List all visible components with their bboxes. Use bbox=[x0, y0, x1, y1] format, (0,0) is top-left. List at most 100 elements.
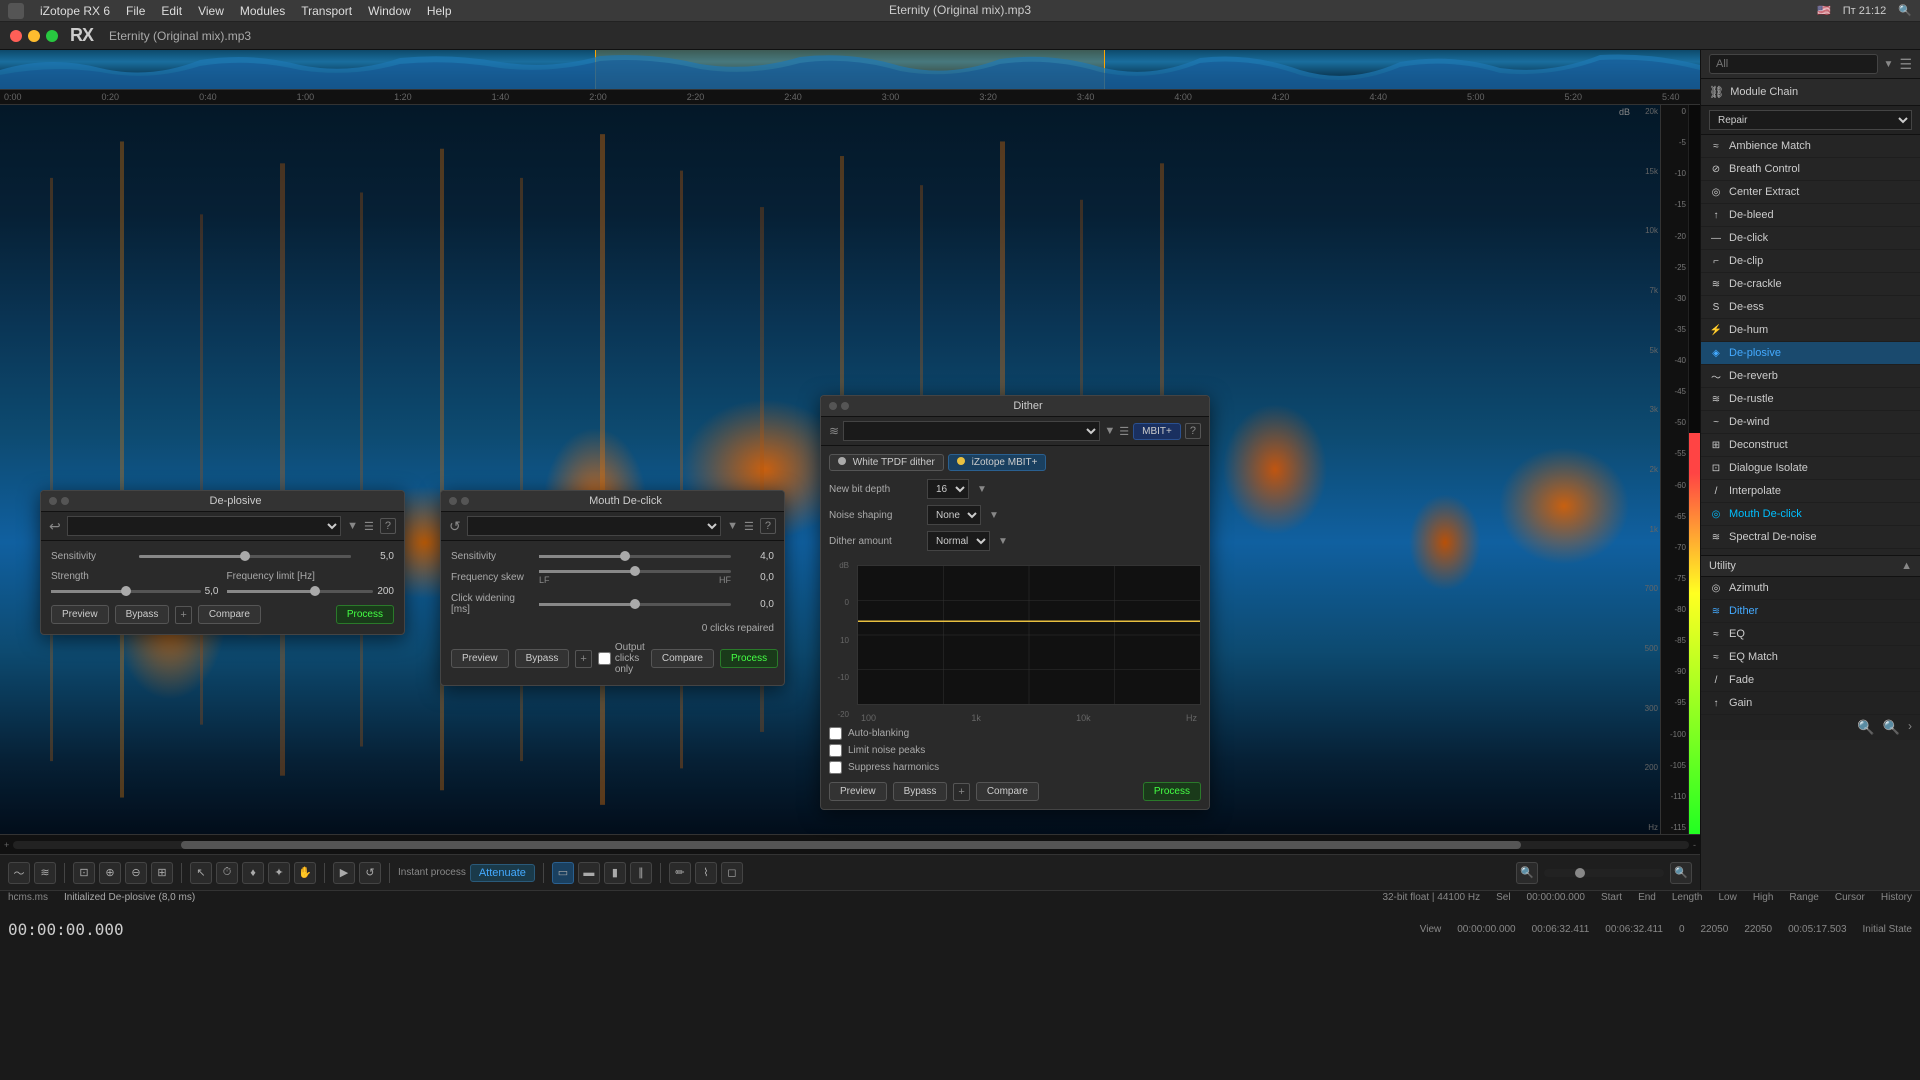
mouth-bypass-btn[interactable]: Bypass bbox=[515, 649, 570, 668]
dither-preset-select[interactable] bbox=[843, 421, 1100, 441]
zoom-all-btn[interactable]: ⊞ bbox=[151, 862, 173, 884]
hand-btn[interactable]: ✋ bbox=[294, 862, 316, 884]
close-button[interactable] bbox=[10, 30, 22, 42]
dither-bypass-btn[interactable]: Bypass bbox=[893, 782, 948, 801]
rect-selection-btn[interactable]: ▭ bbox=[552, 862, 574, 884]
strength-slider[interactable] bbox=[51, 590, 201, 593]
maximize-button[interactable] bbox=[46, 30, 58, 42]
dither-compare-btn[interactable]: Compare bbox=[976, 782, 1039, 801]
module-de-plosive[interactable]: ◈ De-plosive bbox=[1701, 342, 1920, 365]
zoom-out-icon[interactable]: - bbox=[1693, 840, 1696, 850]
module-ambience-match[interactable]: ≈ Ambience Match bbox=[1701, 135, 1920, 158]
time-range-btn[interactable]: ▬ bbox=[578, 862, 600, 884]
click-widening-slider[interactable] bbox=[539, 603, 731, 606]
preset-menu-icon[interactable]: ☰ bbox=[364, 520, 374, 533]
module-de-ess[interactable]: S De-ess bbox=[1701, 296, 1920, 319]
module-deconstruct[interactable]: ⊞ Deconstruct bbox=[1701, 434, 1920, 457]
module-de-crackle[interactable]: ≋ De-crackle bbox=[1701, 273, 1920, 296]
minimize-button[interactable] bbox=[28, 30, 40, 42]
menu-view[interactable]: View bbox=[198, 4, 224, 18]
mouth-plus-icon[interactable]: + bbox=[575, 650, 591, 668]
suppress-harmonics-cb[interactable] bbox=[829, 761, 842, 774]
scroll-area[interactable]: + - bbox=[0, 834, 1700, 854]
module-de-hum[interactable]: ⚡ De-hum bbox=[1701, 319, 1920, 342]
mouth-preset-dropdown-icon[interactable]: ▼ bbox=[727, 520, 738, 532]
mouth-close-btn[interactable] bbox=[449, 497, 457, 505]
eraser-btn[interactable]: ◻ bbox=[721, 862, 743, 884]
utility-azimuth[interactable]: ◎ Azimuth bbox=[1701, 577, 1920, 600]
dither-amount-dropdown-icon[interactable]: ▼ bbox=[998, 536, 1008, 547]
zoom-in-btn[interactable]: ⊕ bbox=[99, 862, 121, 884]
module-interpolate[interactable]: / Interpolate bbox=[1701, 480, 1920, 503]
attenuate-btn[interactable]: Attenuate bbox=[470, 864, 535, 882]
select-tool-btn[interactable]: ↖ bbox=[190, 862, 212, 884]
dropdown-icon[interactable]: ▼ bbox=[1884, 59, 1894, 70]
loop-btn[interactable]: ↺ bbox=[359, 862, 381, 884]
utility-dither[interactable]: ≋ Dither bbox=[1701, 600, 1920, 623]
auto-blanking-cb[interactable] bbox=[829, 727, 842, 740]
noise-shaping-dropdown-icon[interactable]: ▼ bbox=[989, 510, 999, 521]
zoom-slider[interactable] bbox=[1544, 869, 1664, 877]
module-spectral-denoise[interactable]: ≋ Spectral De-noise bbox=[1701, 526, 1920, 549]
utility-collapse-icon[interactable]: ▲ bbox=[1901, 560, 1912, 572]
dither-mbit-btn[interactable]: MBIT+ bbox=[1133, 423, 1181, 440]
deplosive-preset-select[interactable] bbox=[67, 516, 341, 536]
dither-help-icon[interactable]: ? bbox=[1185, 423, 1201, 439]
zoom-to-selection-btn[interactable]: ⊡ bbox=[73, 862, 95, 884]
pencil-btn[interactable]: ✏ bbox=[669, 862, 691, 884]
dither-preset-menu-icon[interactable]: ☰ bbox=[1119, 425, 1129, 438]
menu-help[interactable]: Help bbox=[427, 4, 452, 18]
dither-plus-icon[interactable]: + bbox=[953, 783, 969, 801]
harmonic-btn[interactable]: ∥ bbox=[630, 862, 652, 884]
deplosive-plus-icon[interactable]: + bbox=[175, 606, 191, 624]
module-de-rustle[interactable]: ≋ De-rustle bbox=[1701, 388, 1920, 411]
panel-min-btn[interactable] bbox=[61, 497, 69, 505]
mouth-process-btn[interactable]: Process bbox=[720, 649, 778, 668]
dither-preset-dropdown-icon[interactable]: ▼ bbox=[1104, 425, 1115, 437]
bit-depth-select[interactable]: 16 bbox=[927, 479, 969, 499]
waveform-view-btn[interactable]: ≋ bbox=[34, 862, 56, 884]
scroll-track[interactable] bbox=[13, 841, 1689, 849]
preset-dropdown-icon[interactable]: ▼ bbox=[347, 520, 358, 532]
zoom-in-right[interactable]: 🔍 bbox=[1516, 862, 1538, 884]
module-de-clip[interactable]: ⌐ De-clip bbox=[1701, 250, 1920, 273]
overview-bar[interactable] bbox=[0, 50, 1700, 90]
mouth-undo-icon[interactable]: ↺ bbox=[449, 518, 461, 535]
dither-process-btn[interactable]: Process bbox=[1143, 782, 1201, 801]
deplosive-preview-btn[interactable]: Preview bbox=[51, 605, 109, 624]
utility-eq-match[interactable]: ≈ EQ Match bbox=[1701, 646, 1920, 669]
module-breath-control[interactable]: ⊘ Breath Control bbox=[1701, 158, 1920, 181]
sensitivity-slider[interactable] bbox=[139, 555, 351, 558]
deplosive-bypass-btn[interactable]: Bypass bbox=[115, 605, 170, 624]
search-icon[interactable]: 🔍 bbox=[1898, 4, 1912, 17]
bit-depth-dropdown-icon[interactable]: ▼ bbox=[977, 484, 987, 495]
mouth-compare-btn[interactable]: Compare bbox=[651, 649, 714, 668]
module-de-reverb[interactable]: 〜 De-reverb bbox=[1701, 365, 1920, 388]
freq-skew-slider[interactable] bbox=[539, 570, 731, 573]
time-select-btn[interactable]: ⏱ bbox=[216, 862, 238, 884]
brush-btn[interactable]: ⌇ bbox=[695, 862, 717, 884]
limit-noise-peaks-cb[interactable] bbox=[829, 744, 842, 757]
utility-fade[interactable]: / Fade bbox=[1701, 669, 1920, 692]
module-de-click[interactable]: — De-click bbox=[1701, 227, 1920, 250]
mouth-sensitivity-slider[interactable] bbox=[539, 555, 731, 558]
menu-transport[interactable]: Transport bbox=[301, 4, 352, 18]
module-dialogue-isolate[interactable]: ⊡ Dialogue Isolate bbox=[1701, 457, 1920, 480]
panel-close-btn[interactable] bbox=[49, 497, 57, 505]
utility-eq[interactable]: ≈ EQ bbox=[1701, 623, 1920, 646]
module-mouth-declick[interactable]: ◎ Mouth De-click bbox=[1701, 503, 1920, 526]
mouth-preview-btn[interactable]: Preview bbox=[451, 649, 509, 668]
chevron-right-icon[interactable]: › bbox=[1908, 719, 1912, 736]
white-tpdf-btn[interactable]: White TPDF dither bbox=[829, 454, 944, 471]
zoom-in-freq-icon[interactable]: 🔍 bbox=[1857, 719, 1874, 736]
deplosive-process-btn[interactable]: Process bbox=[336, 605, 394, 624]
spectrum-view-btn[interactable]: 〜 bbox=[8, 862, 30, 884]
utility-header[interactable]: Utility ▲ bbox=[1701, 556, 1920, 577]
mouth-help-icon[interactable]: ? bbox=[760, 518, 776, 534]
list-icon[interactable]: ☰ bbox=[1899, 56, 1912, 73]
menu-modules[interactable]: Modules bbox=[240, 4, 285, 18]
deplosive-undo-icon[interactable]: ↩ bbox=[49, 518, 61, 535]
zoom-out-right[interactable]: 🔍 bbox=[1670, 862, 1692, 884]
output-clicks-checkbox[interactable] bbox=[598, 652, 611, 665]
category-select[interactable]: Repair bbox=[1709, 110, 1912, 130]
